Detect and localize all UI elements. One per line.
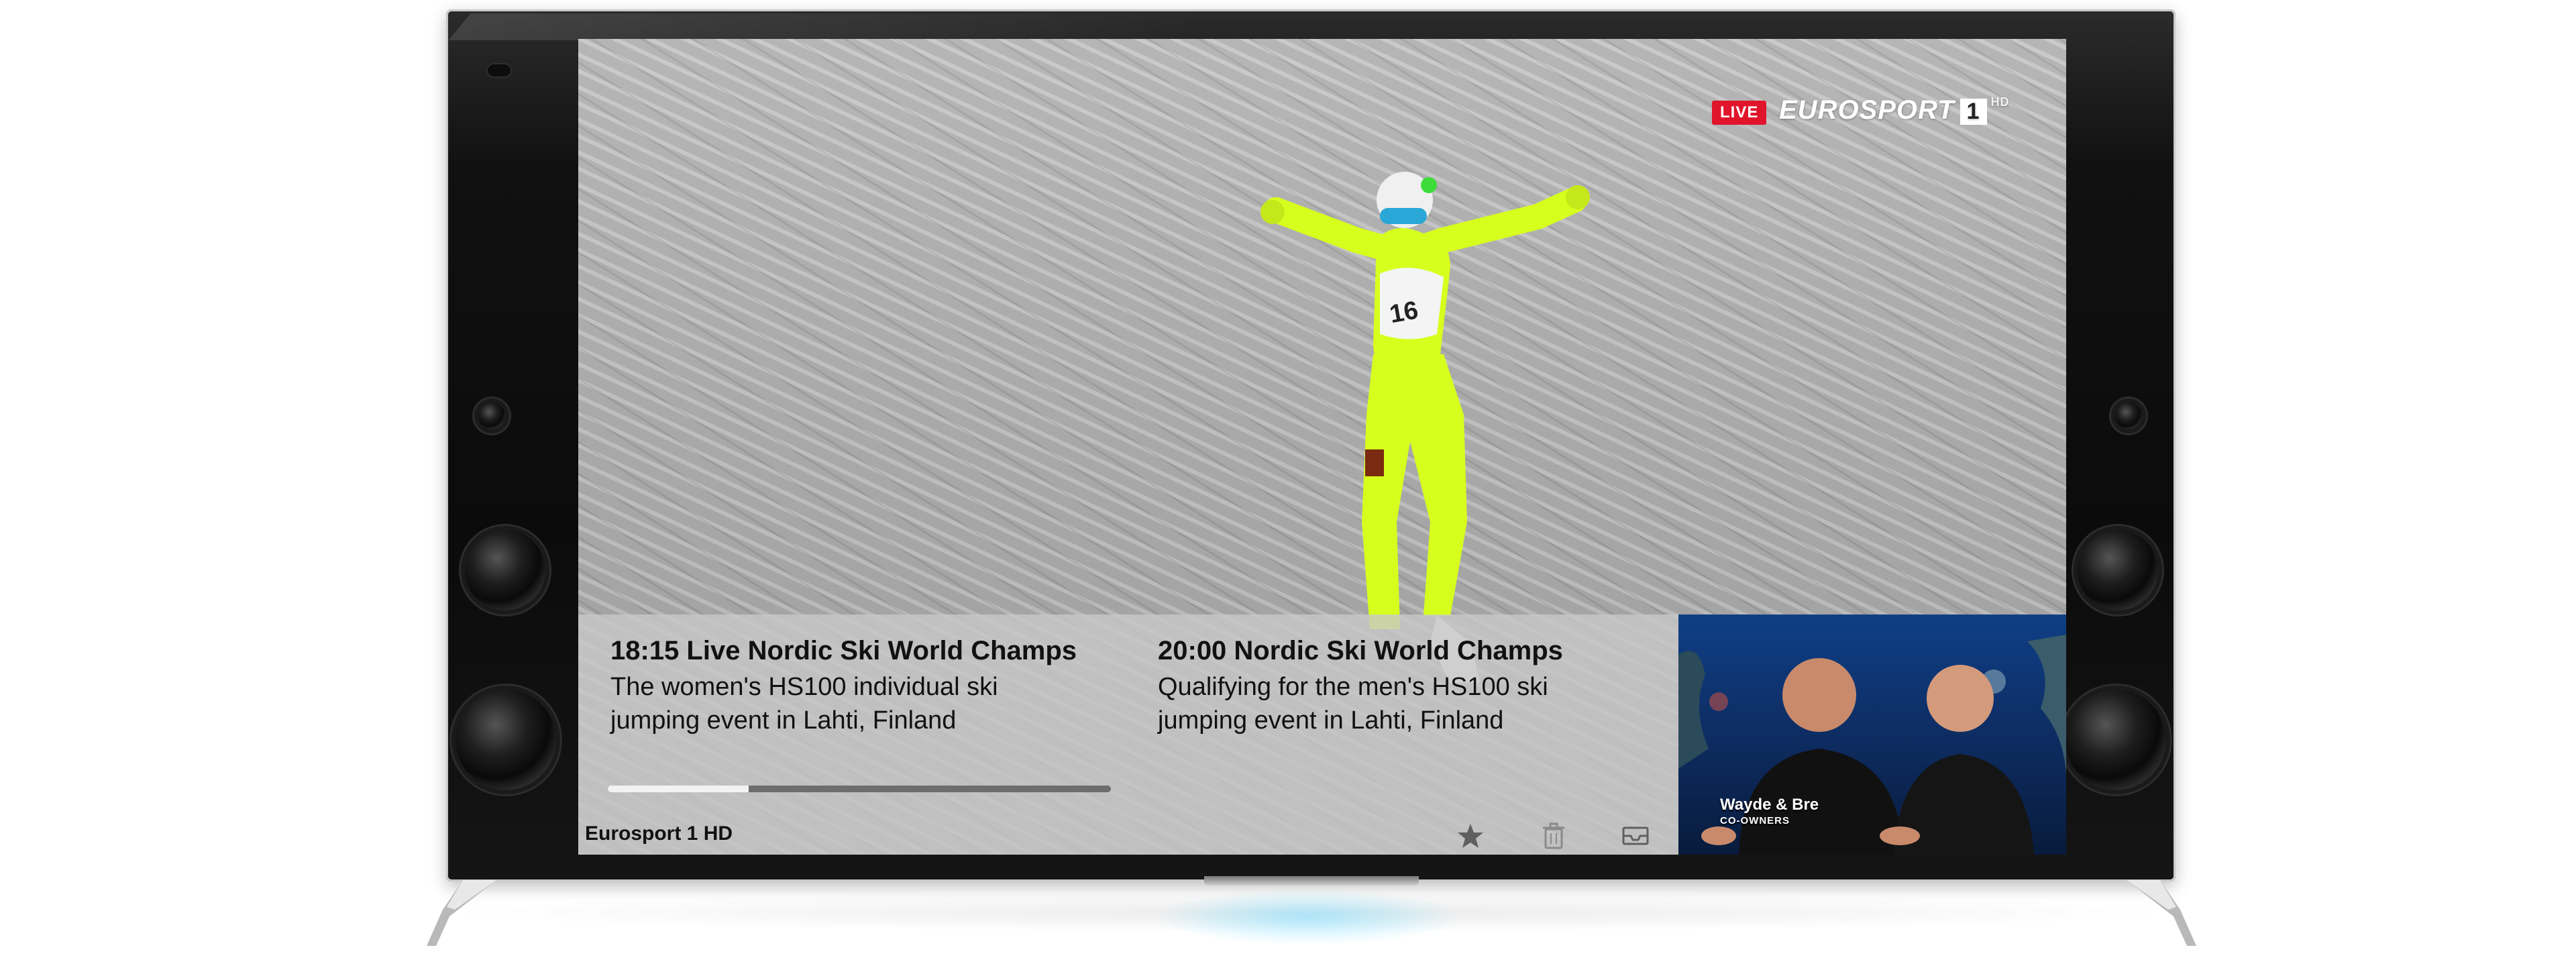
left-speaker-lower: [455, 690, 556, 790]
picture-in-picture-video[interactable]: Wayde & Bre CO-OWNERS: [1678, 614, 2066, 855]
right-tweeter: [2115, 402, 2142, 429]
now-playing[interactable]: 18:15 Live Nordic Ski World Champs The w…: [610, 636, 1093, 737]
pip-caption-names: Wayde & Bre: [1720, 796, 1819, 814]
up-next-title: 20:00 Nordic Ski World Champs: [1158, 636, 1563, 665]
up-next-description: Qualifying for the men's HS100 ski jumpi…: [1158, 673, 1548, 735]
trash-icon[interactable]: [1538, 820, 1570, 852]
pip-caption-role: CO-OWNERS: [1720, 815, 1790, 826]
program-info-overlay: 18:15 Live Nordic Ski World Champs The w…: [578, 614, 1678, 855]
logo-hd: HD: [1990, 95, 2010, 109]
tv-stand-left-leg: [427, 880, 496, 946]
bezel-gloss: [448, 13, 1209, 40]
tv-stand-right-leg: [2127, 880, 2196, 946]
right-speaker-lower: [2065, 690, 2166, 790]
now-playing-title: 18:15 Live Nordic Ski World Champs: [610, 636, 1077, 665]
left-tweeter: [478, 402, 505, 429]
broadcaster-logo: EUROSPORT 1 HD: [1779, 95, 2010, 125]
channel-name: Eurosport 1 HD: [585, 822, 733, 845]
tv-screen: 16 LIVE EUROSPORT 1 HD 18:15 Live Nordic S…: [578, 39, 2066, 855]
star-icon[interactable]: [1454, 820, 1487, 852]
stand-illumination: [1140, 887, 1476, 947]
ir-sensor: [486, 63, 512, 78]
now-playing-description: The women's HS100 individual ski jumping…: [610, 673, 998, 735]
svg-text:16: 16: [1387, 296, 1420, 329]
playback-progress-bar: [608, 786, 1111, 792]
playback-progress-fill: [608, 786, 749, 792]
left-speaker-upper: [465, 530, 545, 610]
logo-number: 1: [1960, 99, 1987, 125]
inbox-icon[interactable]: [1619, 820, 1652, 852]
right-speaker-upper: [2078, 530, 2158, 610]
logo-text: EUROSPORT: [1779, 95, 1955, 125]
live-badge: LIVE: [1712, 101, 1767, 125]
up-next[interactable]: 20:00 Nordic Ski World Champs Qualifying…: [1158, 636, 1641, 737]
tv-stand-bar: [1204, 876, 1419, 885]
pip-caption: Wayde & Bre CO-OWNERS: [1720, 797, 1819, 829]
